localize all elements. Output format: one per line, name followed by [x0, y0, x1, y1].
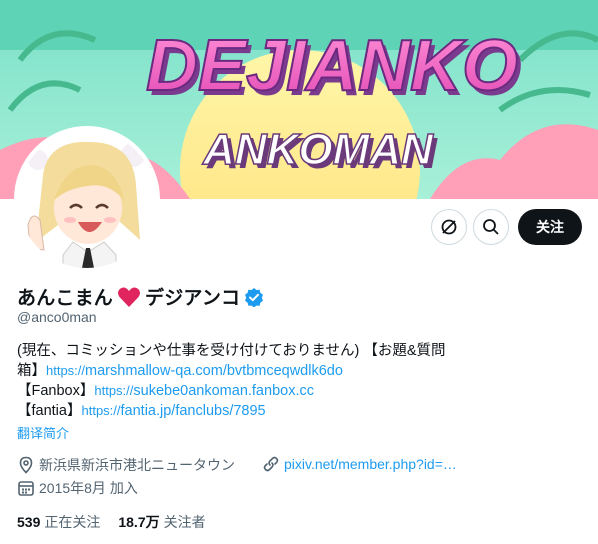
- avatar-illustration: [18, 130, 156, 268]
- join-date-item: 2015年8月 加入: [17, 478, 138, 498]
- display-name-part2: デジアンコ: [145, 288, 241, 309]
- bio-line-2: 箱】https://marshmallow-qa.com/bvtbmceqwdl…: [17, 361, 487, 381]
- banner-title: DEJIANKO: [146, 26, 518, 106]
- website-link[interactable]: pixiv.net/member.php?id=…: [284, 456, 457, 472]
- link-icon: [263, 456, 279, 472]
- bio-line-4: 【fantia】https://fantia.jp/fanclubs/7895: [17, 401, 487, 421]
- heart-emoji-icon: [117, 286, 141, 307]
- fanbox-label: 【Fanbox】: [17, 383, 95, 399]
- fanbox-link-prefix[interactable]: https://: [94, 383, 133, 398]
- grok-button[interactable]: [431, 209, 467, 245]
- search-icon: [483, 219, 499, 235]
- following-stat[interactable]: 539 正在关注: [17, 512, 100, 532]
- following-count: 539: [17, 514, 41, 530]
- display-name-row: あんこまん デジアンコ: [17, 283, 264, 310]
- follow-stats: 539 正在关注 18.7万 关注者: [17, 512, 206, 532]
- verified-badge-icon[interactable]: [244, 287, 264, 307]
- following-label: 正在关注: [44, 514, 101, 530]
- fanbox-link[interactable]: sukebe0ankoman.fanbox.cc: [133, 383, 314, 399]
- followers-stat[interactable]: 18.7万 关注者: [118, 512, 205, 532]
- profile-bio: (現在、コミッションや仕事を受け付けておりません) 【お題&質問 箱】https…: [17, 341, 487, 421]
- calendar-icon: [18, 481, 34, 496]
- marshmallow-link-prefix[interactable]: https://: [46, 363, 85, 378]
- followers-count: 18.7万: [118, 514, 160, 530]
- location-item: 新浜県新浜市港北ニュータウン: [17, 455, 235, 475]
- fantia-link-prefix[interactable]: https://: [81, 403, 120, 418]
- bio-line-1: (現在、コミッションや仕事を受け付けておりません) 【お題&質問: [17, 343, 446, 359]
- follow-button[interactable]: 关注: [518, 209, 582, 245]
- username-handle: @anco0man: [17, 309, 97, 325]
- fantia-label: 【fantia】: [17, 403, 82, 419]
- location-pin-icon: [19, 456, 33, 474]
- followers-label: 关注者: [163, 514, 206, 530]
- join-date-text: 2015年8月 加入: [39, 480, 138, 496]
- bio-line-3: 【Fanbox】https://sukebe0ankoman.fanbox.cc: [17, 381, 487, 401]
- marshmallow-link[interactable]: marshmallow-qa.com/bvtbmceqwdlk6do: [85, 363, 343, 379]
- bio-line-2-prefix: 箱】: [17, 363, 46, 379]
- search-button[interactable]: [473, 209, 509, 245]
- grok-icon: [441, 219, 457, 235]
- translate-bio-link[interactable]: 翻译简介: [17, 423, 69, 442]
- fantia-link[interactable]: fantia.jp/fanclubs/7895: [121, 403, 266, 419]
- banner-subtitle: ANKOMAN: [202, 125, 434, 174]
- display-name-part1: あんこまん: [17, 288, 114, 309]
- website-item[interactable]: pixiv.net/member.php?id=…: [262, 455, 457, 473]
- avatar[interactable]: [14, 126, 160, 272]
- location-text: 新浜県新浜市港北ニュータウン: [39, 457, 235, 473]
